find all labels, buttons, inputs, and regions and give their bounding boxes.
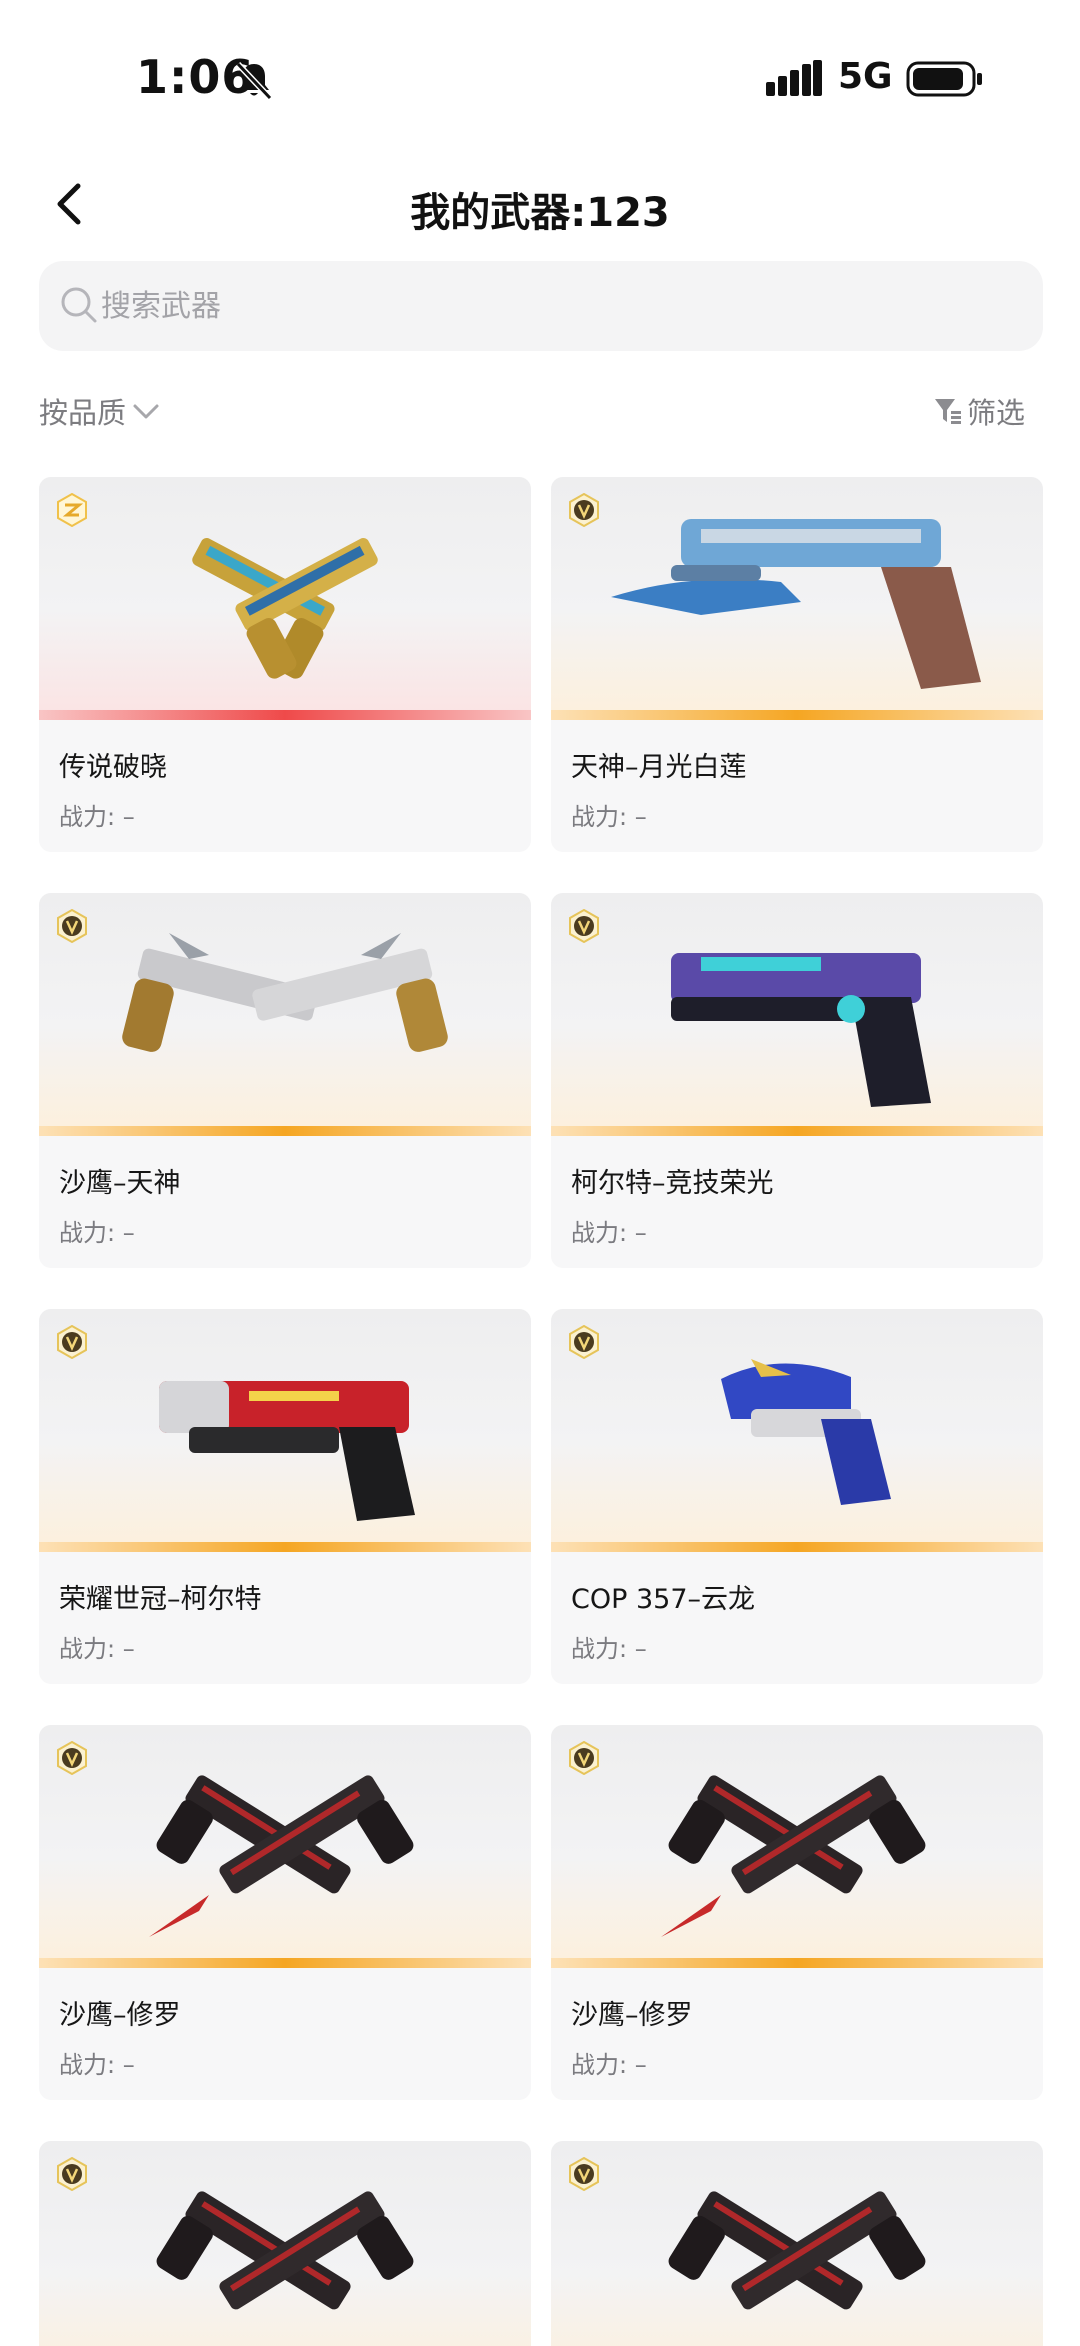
weapon-card[interactable]: 沙鹰–天神 战力: –: [39, 893, 531, 1268]
filter-row: 按品质 筛选: [39, 386, 1043, 436]
sort-quality-dropdown[interactable]: 按品质: [39, 390, 126, 432]
v-badge-icon: [57, 1325, 87, 1359]
weapon-card[interactable]: COP 357–云龙 战力: –: [551, 1309, 1043, 1684]
weapon-image: [551, 477, 1043, 720]
nav-bar: 我的武器:123: [0, 160, 1080, 250]
status-bar: 1:06 5G: [0, 0, 1080, 150]
v-badge-icon: [57, 909, 87, 943]
weapon-name: 沙鹰–天神: [59, 1168, 181, 1199]
v-badge-icon: [57, 1741, 87, 1775]
battery-icon: [906, 61, 982, 97]
weapon-card[interactable]: 荣耀世冠–柯尔特 战力: –: [39, 1309, 531, 1684]
v-badge-icon: [569, 2157, 599, 2191]
v-badge-icon: [569, 1741, 599, 1775]
weapon-power: 战力: –: [571, 803, 647, 831]
weapon-image: [39, 1725, 531, 1968]
weapon-card[interactable]: [39, 2141, 531, 2346]
crossed-pistols-icon: [122, 933, 448, 1052]
weapon-image: [39, 1309, 531, 1552]
crossed-pistols-icon: [668, 2191, 926, 2310]
weapon-name: 沙鹰–修罗: [59, 2000, 181, 2031]
cellular-signal-icon: [766, 60, 822, 96]
search-input[interactable]: [101, 261, 1001, 351]
bell-muted-icon: [235, 61, 273, 101]
weapon-name: COP 357–云龙: [571, 1584, 756, 1615]
weapon-card[interactable]: 柯尔特–竞技荣光 战力: –: [551, 893, 1043, 1268]
v-badge-icon: [569, 493, 599, 527]
crossed-pistols-icon: [661, 1775, 926, 1937]
weapon-power: 战力: –: [571, 1219, 647, 1247]
search-icon: [61, 287, 97, 323]
weapon-image: [551, 1309, 1043, 1552]
network-type: 5G: [838, 56, 893, 97]
pistol-icon: [671, 953, 931, 1107]
pistol-icon: [159, 1381, 415, 1521]
page-title: 我的武器:123: [410, 190, 670, 236]
crossed-pistols-icon: [156, 2191, 414, 2310]
chevron-down-icon[interactable]: [131, 398, 161, 424]
crossed-pistols-icon: [149, 1775, 414, 1937]
legendary-badge-icon: [57, 493, 87, 527]
weapon-image: [551, 1725, 1043, 1968]
weapon-power: 战力: –: [571, 1635, 647, 1663]
weapon-image: [39, 477, 531, 720]
weapon-card[interactable]: 沙鹰–修罗 战力: –: [39, 1725, 531, 2100]
crossed-pistols-gold-icon: [192, 538, 378, 679]
v-badge-icon: [569, 1325, 599, 1359]
weapon-card[interactable]: 天神–月光白莲 战力: –: [551, 477, 1043, 852]
weapon-power: 战力: –: [59, 1219, 135, 1247]
pistol-blade-icon: [611, 519, 981, 689]
weapon-card[interactable]: 传说破晓 战力: –: [39, 477, 531, 852]
weapon-image: [551, 2141, 1043, 2346]
pistol-icon: [721, 1359, 891, 1505]
filter-button[interactable]: 筛选: [933, 386, 1043, 436]
filter-funnel-icon: [935, 399, 961, 424]
weapon-image: [39, 2141, 531, 2346]
weapon-card[interactable]: [551, 2141, 1043, 2346]
weapon-name: 荣耀世冠–柯尔特: [59, 1584, 262, 1615]
weapon-image: [551, 893, 1043, 1136]
weapon-name: 天神–月光白莲: [571, 752, 747, 783]
weapon-image: [39, 893, 531, 1136]
v-badge-icon: [57, 2157, 87, 2191]
filter-label: 筛选: [967, 396, 1026, 430]
v-badge-icon: [569, 909, 599, 943]
weapon-name: 柯尔特–竞技荣光: [571, 1168, 774, 1199]
weapon-card[interactable]: 沙鹰–修罗 战力: –: [551, 1725, 1043, 2100]
search-box[interactable]: [39, 261, 1043, 351]
weapon-power: 战力: –: [571, 2051, 647, 2079]
weapon-power: 战力: –: [59, 803, 135, 831]
weapon-name: 沙鹰–修罗: [571, 2000, 693, 2031]
weapon-power: 战力: –: [59, 2051, 135, 2079]
weapon-power: 战力: –: [59, 1635, 135, 1663]
weapon-name: 传说破晓: [59, 752, 167, 783]
